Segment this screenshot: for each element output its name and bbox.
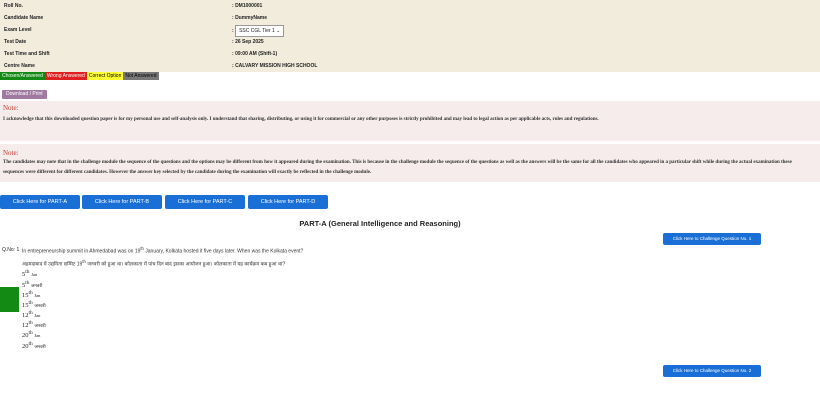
option-sup: th xyxy=(25,280,30,286)
legend-chosen: Chosen/Answered xyxy=(0,72,45,80)
candidate-name: DummyName xyxy=(235,15,268,21)
option-suffix: जनवरी xyxy=(31,283,43,289)
info-value: : 09:00 AM (Shift-1) xyxy=(232,51,278,57)
question-text-part: जनवरी को हुआ था। कोलकाता में पांच दिन बा… xyxy=(85,261,286,268)
info-label: Test Time and Shift xyxy=(4,51,50,57)
question-text-part: January, Kolkata hosted it five days lat… xyxy=(143,248,304,255)
legend-wrong: Wrong Answered xyxy=(44,72,87,80)
option-suffix: जनवरी xyxy=(34,344,46,350)
info-label: Centre Name xyxy=(4,63,35,69)
question-text-english: In entrepreneurship summit in Ahmedabad … xyxy=(22,246,303,255)
question-number: Q.No: 1 xyxy=(2,247,20,253)
exam-level-value: SSC CGL Tier 1 xyxy=(239,28,275,34)
part-title: PART-A (General Intelligence and Reasoni… xyxy=(299,219,461,228)
centre-name: CALVARY MISSION HIGH SCHOOL xyxy=(235,63,318,69)
option-suffix: Jan xyxy=(31,272,38,278)
roll-number: DM1000001 xyxy=(235,3,263,9)
chosen-answer-marker xyxy=(0,287,19,312)
info-label: Roll No. xyxy=(4,3,23,9)
info-label: Candidate Name xyxy=(4,15,44,21)
challenge-question-2-button[interactable]: Click Here to Challenge Question No. 2 xyxy=(663,365,761,377)
info-label: Exam Level xyxy=(4,27,32,33)
info-label: Test Date xyxy=(4,39,27,45)
exam-level-select[interactable]: SSC CGL Tier 1 ⌄ xyxy=(235,25,285,37)
note-title: Note: xyxy=(3,104,19,112)
option-suffix: जनवरी xyxy=(34,303,46,309)
info-value: : CALVARY MISSION HIGH SCHOOL xyxy=(232,63,318,69)
info-value: : 26 Sep 2025 xyxy=(232,39,264,45)
legend-not-answered: Not Answered xyxy=(123,72,159,80)
info-value: : SSC CGL Tier 1 ⌄ xyxy=(232,25,285,37)
option-suffix: Jan xyxy=(34,333,41,339)
question-text-hindi: अहमदाबाद में उद्यमिता सम्मिट 19th जनवरी … xyxy=(22,259,285,268)
option-sup: th xyxy=(28,330,33,336)
chevron-down-icon: ⌄ xyxy=(276,28,281,34)
info-value: : DM1000001 xyxy=(232,3,263,9)
legend-correct: Correct Option xyxy=(86,72,124,80)
option-sup: th xyxy=(28,310,33,316)
part-a-button[interactable]: Click Here for PART-A xyxy=(0,195,80,209)
note-box-challenge: Note: The candidates may note that in th… xyxy=(0,144,820,182)
option-suffix: जनवरी xyxy=(34,323,46,329)
option-sup: th xyxy=(25,269,30,275)
option-4-hindi[interactable]: 20th जनवरी xyxy=(22,341,46,350)
question-text-part: In entrepreneurship summit in Ahmedabad … xyxy=(22,248,141,255)
part-b-button[interactable]: Click Here for PART-B xyxy=(82,195,162,209)
note-text: I acknowledge that this downloaded quest… xyxy=(3,117,599,122)
note-box-acknowledgement: Note: I acknowledge that this downloaded… xyxy=(0,101,820,141)
test-time: 09:00 AM (Shift-1) xyxy=(235,51,278,57)
option-2-english[interactable]: 15th Jan xyxy=(22,290,40,299)
option-4-english[interactable]: 20th Jan xyxy=(22,330,40,339)
option-suffix: Jan xyxy=(34,293,41,299)
option-2-hindi[interactable]: 15th जनवरी xyxy=(22,300,46,309)
question-text-part: अहमदाबाद में उद्यमिता सम्मिट 19 xyxy=(22,261,83,268)
part-c-button[interactable]: Click Here for PART-C xyxy=(165,195,245,209)
answer-legend: Chosen/Answered Wrong Answered Correct O… xyxy=(0,72,159,80)
part-d-button[interactable]: Click Here for PART-D xyxy=(248,195,328,209)
candidate-info-panel: Roll No. : DM1000001 Candidate Name : Du… xyxy=(0,0,820,72)
option-sup: th xyxy=(28,341,33,347)
option-3-hindi[interactable]: 12th जनवरी xyxy=(22,320,46,329)
note-text: The candidates may note that in the chal… xyxy=(3,160,792,175)
info-value: : DummyName xyxy=(232,15,268,21)
option-sup: th xyxy=(28,300,33,306)
option-sup: th xyxy=(28,320,33,326)
option-3-english[interactable]: 12th Jan xyxy=(22,310,40,319)
option-1-english[interactable]: 5th Jan xyxy=(22,269,37,278)
download-print-button[interactable]: Download / Print xyxy=(2,90,47,99)
option-1-hindi[interactable]: 5th जनवरी xyxy=(22,280,42,289)
option-suffix: Jan xyxy=(34,313,41,319)
test-date: 26 Sep 2025 xyxy=(235,39,264,45)
option-sup: th xyxy=(28,290,33,296)
note-title: Note: xyxy=(3,149,19,157)
challenge-question-1-button[interactable]: Click Here to Challenge Question No. 1 xyxy=(663,233,761,245)
